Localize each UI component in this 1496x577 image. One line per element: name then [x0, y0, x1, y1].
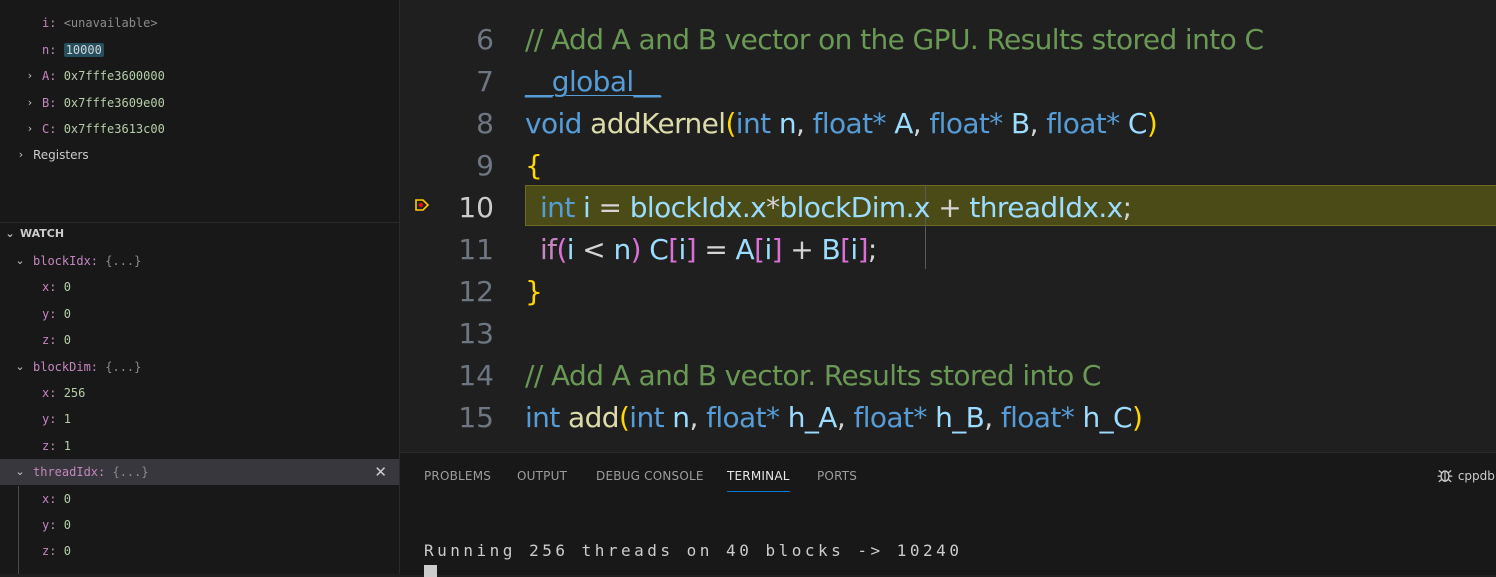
watch-child[interactable]: z: 0: [0, 538, 399, 564]
code-line-7[interactable]: __global__: [525, 61, 661, 103]
terminal-cursor: [424, 565, 437, 577]
line-number-current: 10: [458, 191, 494, 224]
line-number: 11: [458, 233, 494, 266]
chevron-down-icon[interactable]: ⌄: [3, 223, 17, 245]
watch-child[interactable]: z: 1: [0, 433, 399, 459]
code-editor[interactable]: 6 7 8 9 10 11 12 13 14 15 // Add A and B…: [400, 0, 1496, 452]
tab-terminal[interactable]: TERMINAL: [727, 465, 790, 492]
watch-child[interactable]: x: 0: [0, 274, 399, 300]
terminal-output-line: Running 256 threads on 40 blocks -> 1024…: [424, 541, 963, 560]
tab-ports[interactable]: PORTS: [817, 465, 857, 491]
line-number: 15: [458, 401, 494, 434]
code-line-15[interactable]: int add(int n, float* h_A, float* h_B, f…: [525, 397, 1143, 439]
chevron-down-icon[interactable]: ⌄: [13, 354, 27, 380]
watch-child[interactable]: y: 0: [0, 301, 399, 327]
debug-sidebar: i: <unavailable> n: 10000 › A: 0x7fffe36…: [0, 0, 400, 574]
line-number: 14: [458, 359, 494, 392]
local-B[interactable]: › B: 0x7fffe3609e00: [0, 90, 399, 116]
chevron-right-icon[interactable]: ›: [23, 63, 37, 89]
line-number: 7: [476, 65, 494, 98]
watch-item-blockIdx[interactable]: ⌄ blockIdx: {...}: [0, 248, 399, 274]
watch-child[interactable]: z: 0: [0, 327, 399, 353]
bottom-panel: PROBLEMS OUTPUT DEBUG CONSOLE TERMINAL P…: [400, 452, 1496, 577]
tab-output[interactable]: OUTPUT: [517, 465, 567, 491]
watch-section-header[interactable]: ⌄ WATCH: [0, 223, 399, 245]
watch-item-blockDim[interactable]: ⌄ blockDim: {...}: [0, 354, 399, 380]
tab-problems[interactable]: PROBLEMS: [424, 465, 491, 491]
chevron-down-icon[interactable]: ⌄: [13, 459, 27, 485]
line-number: 13: [458, 317, 494, 350]
line-number: 9: [476, 149, 494, 182]
tab-debug-console[interactable]: DEBUG CONSOLE: [596, 465, 704, 491]
code-line-8[interactable]: void addKernel(int n, float* A, float* B…: [525, 103, 1158, 145]
close-icon[interactable]: ✕: [374, 459, 387, 485]
watch-child[interactable]: x: 0: [0, 486, 399, 512]
local-n[interactable]: n: 10000: [0, 37, 399, 63]
chevron-down-icon[interactable]: ⌄: [13, 248, 27, 274]
local-i[interactable]: i: <unavailable>: [0, 10, 399, 36]
local-C[interactable]: › C: 0x7fffe3613c00: [0, 116, 399, 142]
line-number: 12: [458, 275, 494, 308]
code-line-12[interactable]: }: [525, 271, 543, 313]
chevron-right-icon[interactable]: ›: [23, 116, 37, 142]
watch-child[interactable]: y: 1: [0, 406, 399, 432]
watch-child[interactable]: x: 256: [0, 380, 399, 406]
chevron-right-icon[interactable]: ›: [23, 90, 37, 116]
code-line-14[interactable]: // Add A and B vector. Results stored in…: [525, 355, 1101, 397]
watch-child[interactable]: y: 0: [0, 512, 399, 538]
debug-bug-icon: [1437, 470, 1453, 483]
code-line-6[interactable]: // Add A and B vector on the GPU. Result…: [525, 19, 1264, 61]
local-A[interactable]: › A: 0x7fffe3600000: [0, 63, 399, 89]
line-number: 8: [476, 107, 494, 140]
watch-item-threadIdx[interactable]: ⌄ threadIdx: {...} ✕: [0, 459, 399, 485]
registers-group[interactable]: › Registers: [0, 142, 399, 168]
terminal-session-selector[interactable]: cppdb: [1436, 465, 1495, 487]
code-line-9[interactable]: {: [525, 145, 543, 187]
code-line-11[interactable]: if(i < n) C[i] = A[i] + B[i];: [540, 229, 877, 271]
chevron-right-icon[interactable]: ›: [14, 142, 28, 168]
line-number: 6: [476, 23, 494, 56]
code-line-10[interactable]: int i = blockIdx.x*blockDim.x + threadId…: [540, 187, 1132, 229]
